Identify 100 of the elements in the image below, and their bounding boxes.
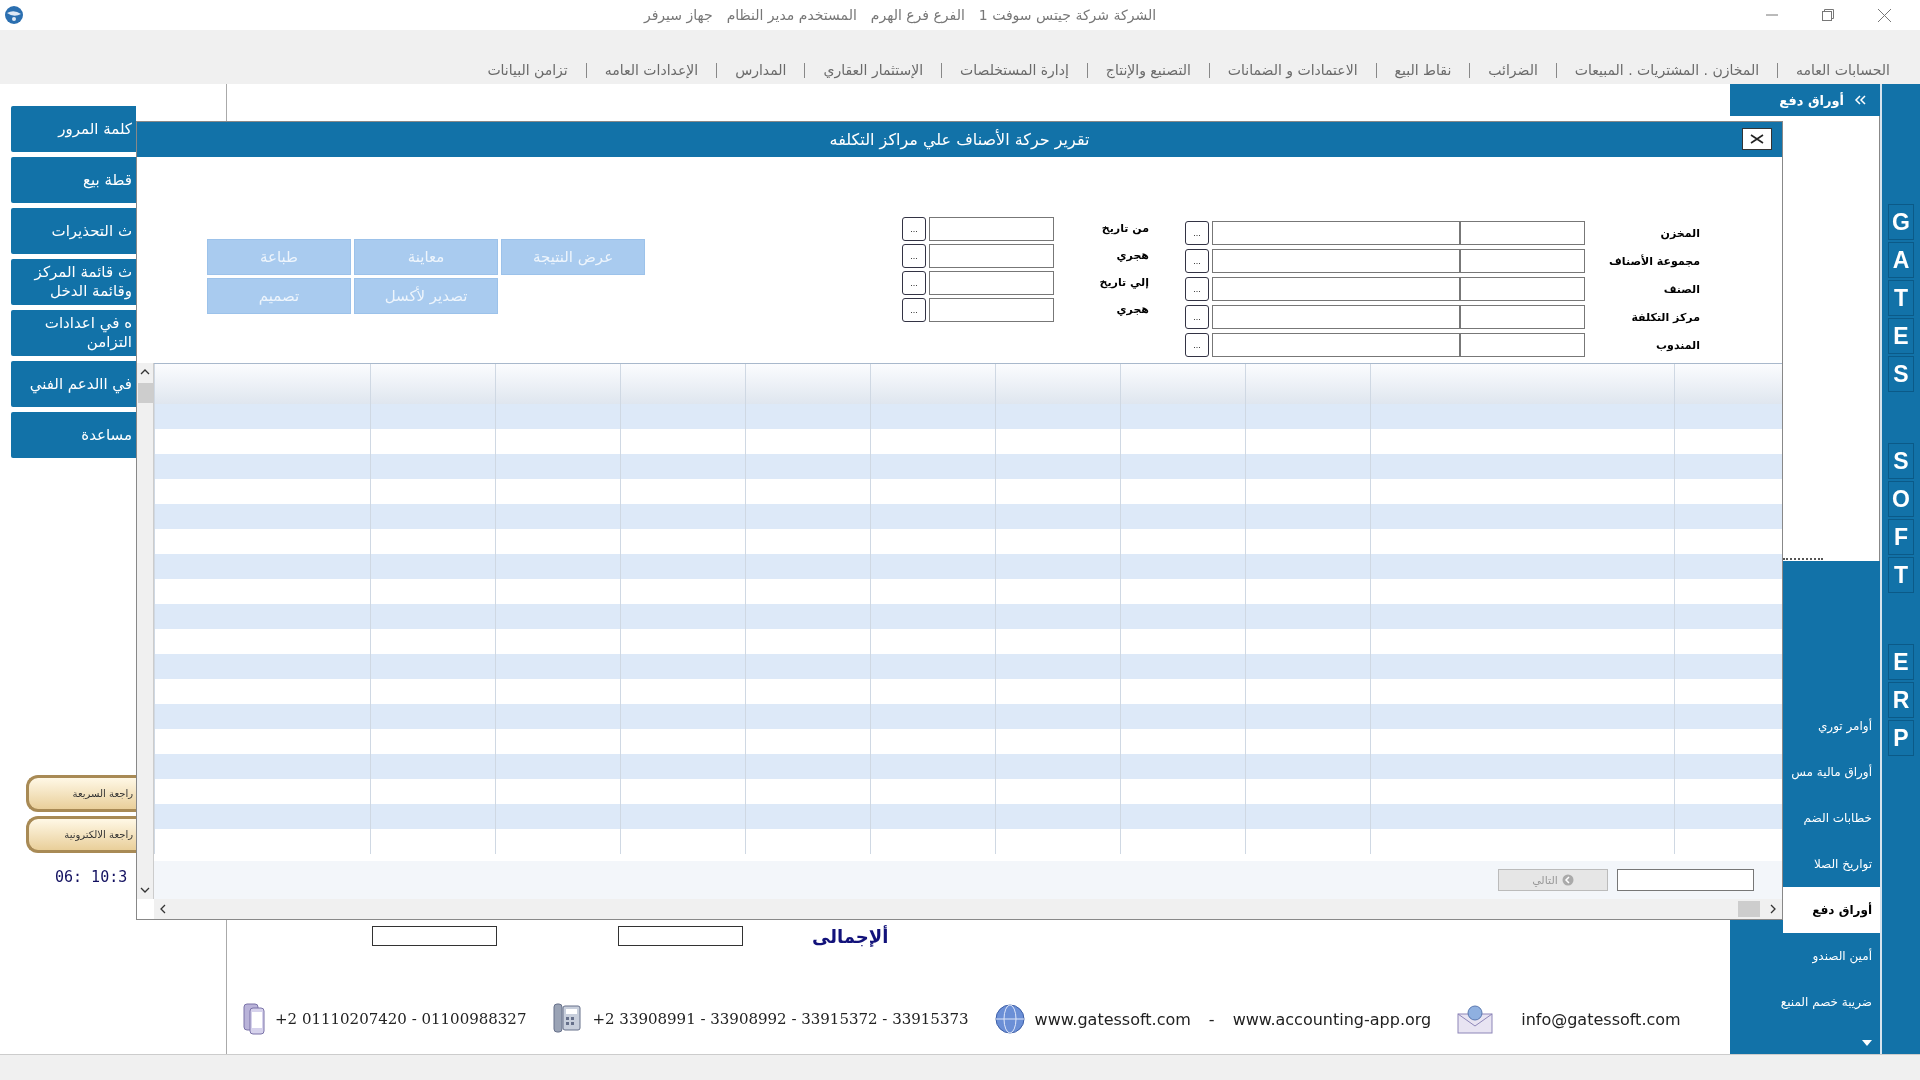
- input-field[interactable]: [1212, 277, 1460, 301]
- input-field[interactable]: [1460, 249, 1585, 273]
- picker-button[interactable]: ...: [1185, 249, 1209, 273]
- input-field[interactable]: [1460, 305, 1585, 329]
- quick-button[interactable]: راجعة السريعة: [26, 775, 136, 812]
- vertical-scrollbar[interactable]: [137, 363, 154, 899]
- menu-item[interactable]: المدارس: [716, 63, 805, 78]
- brand-letter: S: [1888, 443, 1914, 479]
- globe-icon: [994, 1004, 1025, 1034]
- menu-item[interactable]: المخازن . المشتريات . المبيعات: [1555, 63, 1778, 78]
- menu-item[interactable]: تزامن البيانات: [469, 63, 586, 78]
- chevron-left-icon[interactable]: [160, 904, 166, 914]
- window-title: جهاز سيرفر: [643, 7, 713, 23]
- panel-item[interactable]: تواريخ الصلا: [1783, 841, 1880, 887]
- panel-item[interactable]: خطابات الضم: [1783, 795, 1880, 841]
- window-title: الشركة شركة جيتس سوفت 1: [978, 7, 1157, 23]
- restore-icon[interactable]: [1822, 9, 1834, 21]
- date-field[interactable]: [929, 216, 1054, 241]
- field-label: المندوب: [1655, 338, 1700, 352]
- brand-letter: A: [1888, 242, 1914, 278]
- menu-item[interactable]: إدارة المستخلصات: [941, 63, 1087, 78]
- input-field[interactable]: [1212, 221, 1460, 245]
- sidebar-button[interactable]: مساعدة: [11, 412, 136, 458]
- sidebar-button[interactable]: قطة بيع: [11, 157, 136, 203]
- field-label: هجري: [1115, 249, 1149, 262]
- brand-letter: E: [1888, 644, 1914, 680]
- logo-icon: [4, 5, 24, 25]
- field-label: المخزن: [1659, 226, 1700, 240]
- picker-button[interactable]: ...: [902, 297, 926, 322]
- field-label: إلي تاريخ: [1098, 276, 1149, 289]
- input-field[interactable]: [1460, 277, 1585, 301]
- sidebar-button[interactable]: في االدعم الفني: [11, 361, 136, 407]
- brand-letter: T: [1888, 557, 1914, 593]
- panel-item[interactable]: أوراق مالية مس: [1783, 749, 1880, 795]
- panel-item[interactable]: أوامر توري: [1783, 703, 1880, 749]
- website-link[interactable]: www.gatessoft.com: [1034, 1009, 1191, 1029]
- quick-button[interactable]: راجعة الالكترونية: [26, 816, 136, 853]
- chevron-down-icon[interactable]: [140, 887, 150, 893]
- total-field[interactable]: [618, 926, 743, 946]
- input-field[interactable]: [1460, 333, 1585, 357]
- chevron-right-icon[interactable]: [1770, 904, 1776, 914]
- panel-item[interactable]: أوراق دفع: [1783, 887, 1880, 933]
- separator-text: -: [1208, 1009, 1215, 1029]
- field-label: الصنف: [1662, 282, 1700, 296]
- menu-item[interactable]: نقاط البيع: [1375, 63, 1470, 78]
- date-field[interactable]: [929, 297, 1054, 322]
- sidebar-button[interactable]: كلمة المرور: [11, 106, 136, 152]
- brand-letter: O: [1888, 481, 1914, 517]
- phone-number: +2 01110207420 - 01100988327: [275, 1010, 527, 1028]
- scroll-thumb[interactable]: [137, 383, 153, 403]
- sidebar-button[interactable]: ث التحذيرات: [11, 208, 136, 254]
- close-button[interactable]: [1742, 128, 1772, 150]
- picker-button[interactable]: ...: [902, 216, 926, 241]
- panel-item[interactable]: ضريبة خصم المنبع: [1730, 979, 1880, 1025]
- dialog-title: تقرير حركة الأصناف علي مراكز التكلفه: [829, 130, 1090, 149]
- horizontal-scrollbar[interactable]: [154, 899, 1782, 919]
- picker-button[interactable]: ...: [1185, 333, 1209, 357]
- website-link[interactable]: www.accounting-app.org: [1232, 1009, 1432, 1029]
- caret-down-icon[interactable]: [1862, 1040, 1872, 1046]
- brand-letter: T: [1888, 280, 1914, 316]
- sidebar-button[interactable]: ه في اعدادات التزامن: [11, 310, 136, 356]
- menu-item[interactable]: الإستثمار العقاري: [804, 63, 942, 78]
- field-label: مجموعة الأصناف: [1608, 254, 1700, 268]
- panel-item[interactable]: أمين الصندو: [1783, 933, 1880, 979]
- email-link[interactable]: info@gatessoft.com: [1521, 1009, 1681, 1029]
- picker-button[interactable]: ...: [1185, 221, 1209, 245]
- page-field[interactable]: [1617, 869, 1754, 891]
- mobile-phone-icon: [243, 1003, 265, 1035]
- brand-letter: F: [1888, 519, 1914, 555]
- brand-letter: G: [1888, 204, 1914, 240]
- input-field[interactable]: [1460, 221, 1585, 245]
- panel-title: أوراق دفع: [1779, 92, 1844, 108]
- menu-item[interactable]: الإعدادات العامه: [585, 63, 717, 78]
- picker-button[interactable]: ...: [1185, 277, 1209, 301]
- chevrons-icon[interactable]: [1854, 95, 1866, 105]
- menu-item[interactable]: الضرائب: [1469, 63, 1556, 78]
- window-title: الفرع فرع الهرم: [870, 7, 965, 23]
- clock: 06: 10:3: [55, 868, 129, 886]
- window-title: المستخدم مدير النظام: [726, 7, 857, 23]
- input-field[interactable]: [1212, 333, 1460, 357]
- picker-button[interactable]: ...: [902, 270, 926, 295]
- date-field[interactable]: [929, 270, 1054, 295]
- menu-item[interactable]: التصنيع والإنتاج: [1086, 63, 1209, 78]
- field-label: مركز التكلفة: [1630, 310, 1700, 324]
- brand-letter: R: [1888, 682, 1914, 718]
- mail-icon: [1457, 1004, 1494, 1034]
- close-icon[interactable]: [1750, 134, 1764, 144]
- total-field[interactable]: [372, 926, 497, 946]
- scroll-thumb[interactable]: [1738, 901, 1760, 917]
- input-field[interactable]: [1212, 305, 1460, 329]
- brand-letter: E: [1888, 318, 1914, 354]
- menu-item[interactable]: الحسابات العامه: [1777, 63, 1908, 78]
- menu-item[interactable]: الاعتمادات و الضمانات: [1208, 63, 1376, 78]
- sidebar-button[interactable]: ث قائمة المركز وقائمة الدخل: [11, 259, 136, 305]
- picker-button[interactable]: ...: [1185, 305, 1209, 329]
- chevron-up-icon[interactable]: [140, 369, 150, 375]
- input-field[interactable]: [1212, 249, 1460, 273]
- brand-letter: S: [1888, 356, 1914, 392]
- picker-button[interactable]: ...: [902, 243, 926, 268]
- date-field[interactable]: [929, 243, 1054, 268]
